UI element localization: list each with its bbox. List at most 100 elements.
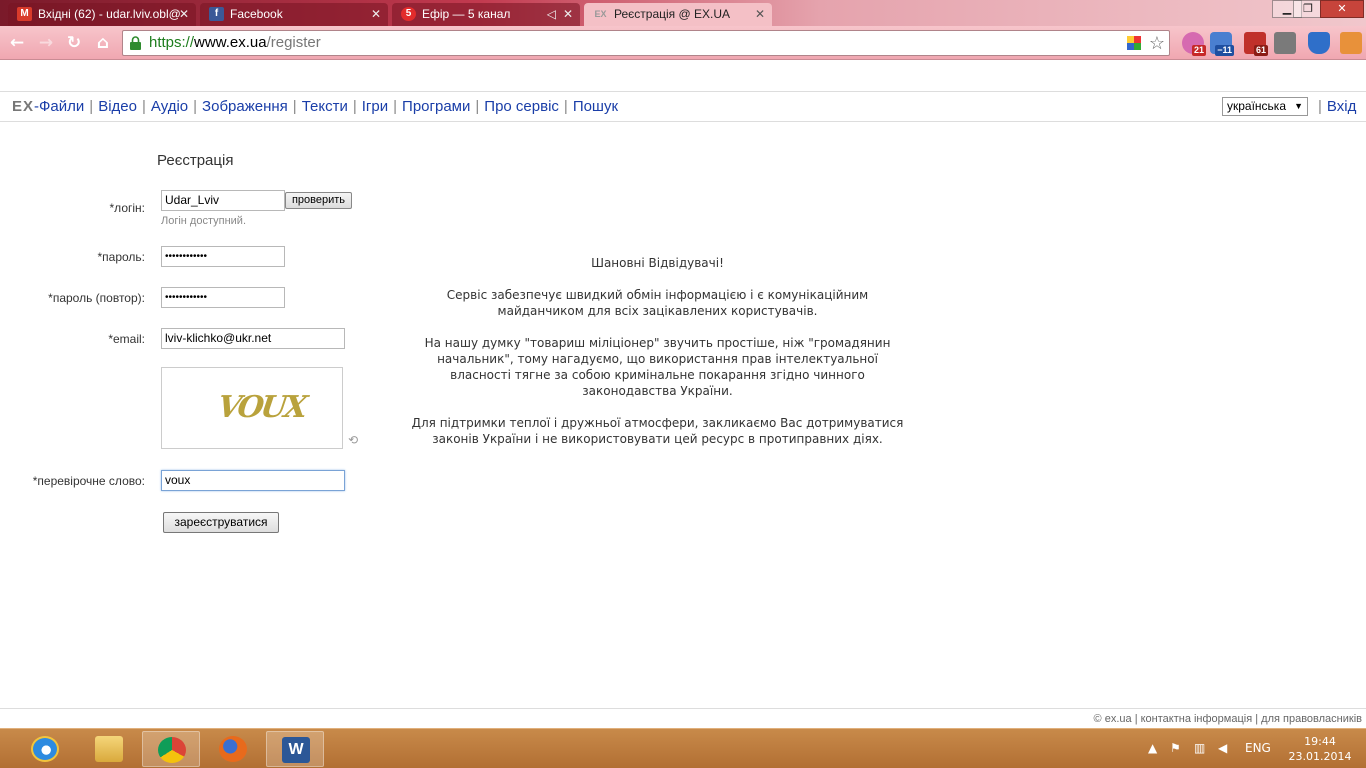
url-scheme: https:// [149, 34, 195, 51]
lock-icon [130, 36, 141, 50]
email-input[interactable]: lviv-klichko@ukr.net [161, 328, 345, 349]
refresh-captcha-icon[interactable]: ⟲ [348, 433, 358, 447]
facebook-icon: f [209, 7, 224, 21]
nav-search[interactable]: Пошук [573, 98, 618, 115]
login-label: *логін: [109, 201, 145, 215]
chrome-taskbar-button[interactable] [142, 731, 200, 767]
tab-exua-register[interactable]: EX Реєстрація @ EX.UA ✕ [584, 3, 772, 26]
audio-muted-icon: ◁ [546, 7, 556, 21]
taskbar: W ▲ ⚑ ▥ ◀ ENG 19:44 23.01.2014 [0, 728, 1366, 768]
captcha-image: VOUX [161, 367, 343, 449]
tab-close-icon[interactable]: ✕ [563, 3, 573, 25]
notice-paragraph: Для підтримки теплої і дружньої атмосфер… [411, 416, 904, 446]
screen: M Вхідні (62) - udar.lviv.obl@ ✕ f Faceb… [0, 0, 1366, 768]
file-explorer-icon[interactable] [80, 731, 138, 767]
nav-separator: | [193, 98, 198, 115]
gmail-icon: M [17, 7, 32, 21]
bookmark-star-icon[interactable]: ☆ [1149, 31, 1165, 55]
nav-separator: | [393, 98, 398, 115]
language-select[interactable]: українська ▼ [1222, 97, 1308, 116]
password-repeat-input[interactable]: •••••••••••• [161, 287, 285, 308]
tab-title: Вхідні (62) - udar.lviv.obl@ [38, 7, 181, 21]
footer-copyright[interactable]: © ex.ua [1094, 713, 1132, 725]
footer-links: © ex.ua | контактна інформація | для пра… [1094, 709, 1362, 729]
captcha-word-input[interactable]: voux [161, 470, 345, 491]
input-language[interactable]: ENG [1245, 741, 1271, 755]
weather-extension-icon[interactable]: 21 [1182, 32, 1206, 56]
url-host: www.ex.ua [194, 34, 267, 51]
color-picker-icon[interactable] [1127, 36, 1141, 50]
clock-time: 19:44 [1304, 735, 1336, 748]
nav-separator: | [563, 98, 568, 115]
register-button[interactable]: зареєструватися [163, 512, 279, 533]
action-center-icon[interactable]: ⚑ [1170, 741, 1181, 755]
nav-audio[interactable]: Аудіо [151, 98, 188, 115]
nav-separator: | [352, 98, 357, 115]
nav-programs[interactable]: Програми [402, 98, 470, 115]
nav-images[interactable]: Зображення [202, 98, 288, 115]
tab-title: Facebook [230, 7, 283, 21]
nav-separator: | [292, 98, 297, 115]
forecast-badge: −11 [1215, 45, 1234, 56]
page: EX-Файли | Відео | Аудіо | Зображення | Тексти | І… [0, 61, 1366, 728]
clock[interactable]: 19:44 23.01.2014 [1285, 734, 1355, 764]
address-bar[interactable]: https://www.ex.ua/register ☆ [122, 30, 1170, 56]
word-taskbar-button[interactable]: W [266, 731, 324, 767]
nav-separator: | [475, 98, 480, 115]
nav-video[interactable]: Відео [98, 98, 137, 115]
gmail-checker-icon[interactable]: 61 [1244, 32, 1268, 56]
chrome-icon [158, 737, 186, 763]
footer-rights-link[interactable]: для правовласників [1261, 713, 1362, 725]
footer-contact-link[interactable]: контактна інформація [1141, 713, 1253, 725]
tab-close-icon[interactable]: ✕ [179, 3, 189, 25]
notice-paragraph: Сервіс забезпечує швидкий обмін інформац… [446, 288, 869, 318]
notice-paragraph: На нашу думку "товариш міліціонер" звучи… [424, 336, 891, 398]
tab-close-icon[interactable]: ✕ [371, 3, 381, 25]
notes-extension-icon[interactable] [1274, 32, 1296, 54]
check-login-button[interactable]: проверить [285, 192, 352, 209]
page-title: Реєстрація [157, 152, 234, 169]
login-status-text: Логін доступний. [161, 215, 246, 227]
language-value: українська [1227, 99, 1286, 113]
reload-icon[interactable]: ↻ [64, 33, 84, 53]
nav-separator: | [89, 98, 94, 115]
nav-games[interactable]: Ігри [362, 98, 388, 115]
dropdown-arrow-icon: ▼ [1294, 101, 1303, 111]
login-input[interactable]: Udar_Lviv [161, 190, 285, 211]
nav-texts[interactable]: Тексти [302, 98, 348, 115]
login-link[interactable]: Вхід [1327, 98, 1356, 115]
nav-files[interactable]: -Файли [34, 98, 84, 115]
login-area: | Вхід [1313, 92, 1356, 121]
word-icon: W [282, 737, 310, 763]
firefox-icon[interactable] [204, 731, 262, 767]
tab-facebook[interactable]: f Facebook ✕ [200, 3, 388, 26]
network-icon[interactable]: ▥ [1194, 741, 1205, 755]
tab-gmail[interactable]: M Вхідні (62) - udar.lviv.obl@ ✕ [8, 3, 196, 26]
tab-5-kanal[interactable]: 5 Ефір — 5 канал ◁ ✕ [392, 3, 580, 26]
menu-icon[interactable] [1340, 32, 1362, 54]
firefox-logo-icon [219, 736, 247, 762]
forecast-extension-icon[interactable]: −11 [1210, 32, 1234, 56]
tab-close-icon[interactable]: ✕ [755, 3, 765, 25]
folder-icon [95, 736, 123, 762]
exua-icon: EX [594, 9, 607, 19]
nav-links: EX-Файли | Відео | Аудіо | Зображення | Тексти | І… [12, 92, 618, 121]
close-window-button[interactable]: ✕ [1320, 0, 1364, 18]
email-label: *email: [108, 332, 145, 346]
nav-separator: | [141, 98, 146, 115]
tab-title: Реєстрація @ EX.UA [614, 7, 731, 21]
site-navbar: EX-Файли | Відео | Аудіо | Зображення | Тексти | І… [0, 91, 1366, 122]
back-icon[interactable]: ← [7, 33, 27, 53]
show-hidden-icons[interactable]: ▲ [1148, 741, 1157, 755]
footer: © ex.ua | контактна інформація | для пра… [0, 708, 1366, 728]
nav-about[interactable]: Про сервіс [484, 98, 559, 115]
browser-tabstrip: M Вхідні (62) - udar.lviv.obl@ ✕ f Faceb… [0, 0, 1366, 26]
internet-explorer-icon[interactable] [16, 731, 74, 767]
volume-icon[interactable]: ◀ [1218, 741, 1227, 755]
shield-extension-icon[interactable] [1308, 32, 1330, 54]
maximize-button[interactable]: ❐ [1293, 0, 1323, 18]
site-logo[interactable]: EX [12, 98, 34, 115]
password-input[interactable]: •••••••••••• [161, 246, 285, 267]
home-icon[interactable]: ⌂ [93, 33, 113, 53]
forward-icon[interactable]: → [36, 33, 56, 53]
